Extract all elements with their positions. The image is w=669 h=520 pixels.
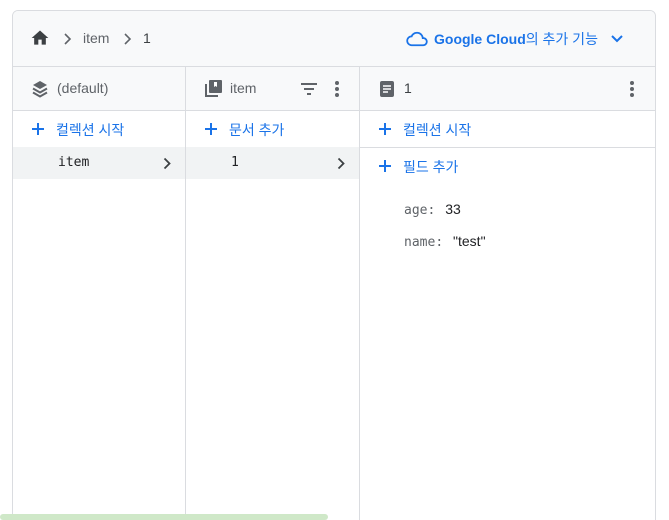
- document-list-item[interactable]: 1: [186, 147, 359, 179]
- chevron-right-icon: [337, 157, 345, 170]
- database-column-header: (default): [13, 67, 185, 111]
- more-vert-icon[interactable]: [622, 79, 642, 99]
- chevron-right-icon: [64, 33, 72, 45]
- breadcrumb-item-document[interactable]: 1: [143, 30, 151, 46]
- chevron-right-icon: [124, 33, 132, 45]
- start-collection-label: 컬렉션 시작: [56, 122, 125, 138]
- plus-icon: [32, 123, 44, 135]
- plus-icon: [379, 160, 391, 172]
- collection-list-item[interactable]: item: [13, 147, 185, 179]
- breadcrumb: item 1 Google Cloud 의 추가 기능: [13, 11, 655, 67]
- google-cloud-label: Google Cloud: [434, 31, 526, 47]
- extensions-label: 의 추가 기능: [525, 31, 598, 47]
- field-row[interactable]: name: "test": [404, 233, 486, 250]
- plus-icon: [379, 123, 391, 135]
- plus-icon: [205, 123, 217, 135]
- start-collection-button[interactable]: 컬렉션 시작: [13, 111, 185, 147]
- collection-name: item: [58, 155, 90, 170]
- collection-icon: [205, 80, 222, 97]
- snackbar-edge: [0, 514, 328, 520]
- home-icon[interactable]: [29, 28, 51, 48]
- database-column: (default) 컬렉션 시작 item: [13, 67, 186, 520]
- database-stack-icon: [32, 81, 48, 98]
- google-cloud-extensions-button[interactable]: Google Cloud 의 추가 기능: [406, 27, 624, 51]
- document-icon: [380, 81, 394, 97]
- chevron-right-icon: [163, 157, 171, 170]
- collection-title: item: [230, 80, 257, 96]
- field-value: "test": [453, 233, 486, 249]
- document-title: 1: [404, 80, 412, 96]
- collection-column: item 문서 추가 1: [186, 67, 360, 520]
- filter-icon[interactable]: [299, 79, 319, 99]
- start-subcollection-label: 컬렉션 시작: [403, 122, 472, 138]
- add-field-button[interactable]: 필드 추가: [360, 148, 655, 184]
- add-document-label: 문서 추가: [229, 122, 285, 138]
- start-subcollection-button[interactable]: 컬렉션 시작: [360, 111, 655, 147]
- database-title: (default): [57, 80, 109, 96]
- chevron-down-icon: [611, 35, 623, 43]
- field-row[interactable]: age: 33: [404, 201, 461, 218]
- collection-column-header: item: [186, 67, 359, 111]
- field-key: age: [404, 203, 428, 218]
- cloud-icon: [406, 31, 428, 47]
- document-column-header: 1: [360, 67, 655, 111]
- add-document-button[interactable]: 문서 추가: [186, 111, 359, 147]
- document-id: 1: [231, 155, 239, 170]
- more-vert-icon[interactable]: [327, 79, 347, 99]
- firestore-data-panel: item 1 Google Cloud 의 추가 기능 (default) 컬렉션…: [12, 10, 656, 520]
- field-key: name: [404, 235, 436, 250]
- breadcrumb-item-collection[interactable]: item: [83, 30, 109, 46]
- field-value: 33: [445, 201, 461, 217]
- document-column: 1 컬렉션 시작 필드 추가 age: 33 name: "test": [360, 67, 655, 520]
- add-field-label: 필드 추가: [403, 159, 459, 175]
